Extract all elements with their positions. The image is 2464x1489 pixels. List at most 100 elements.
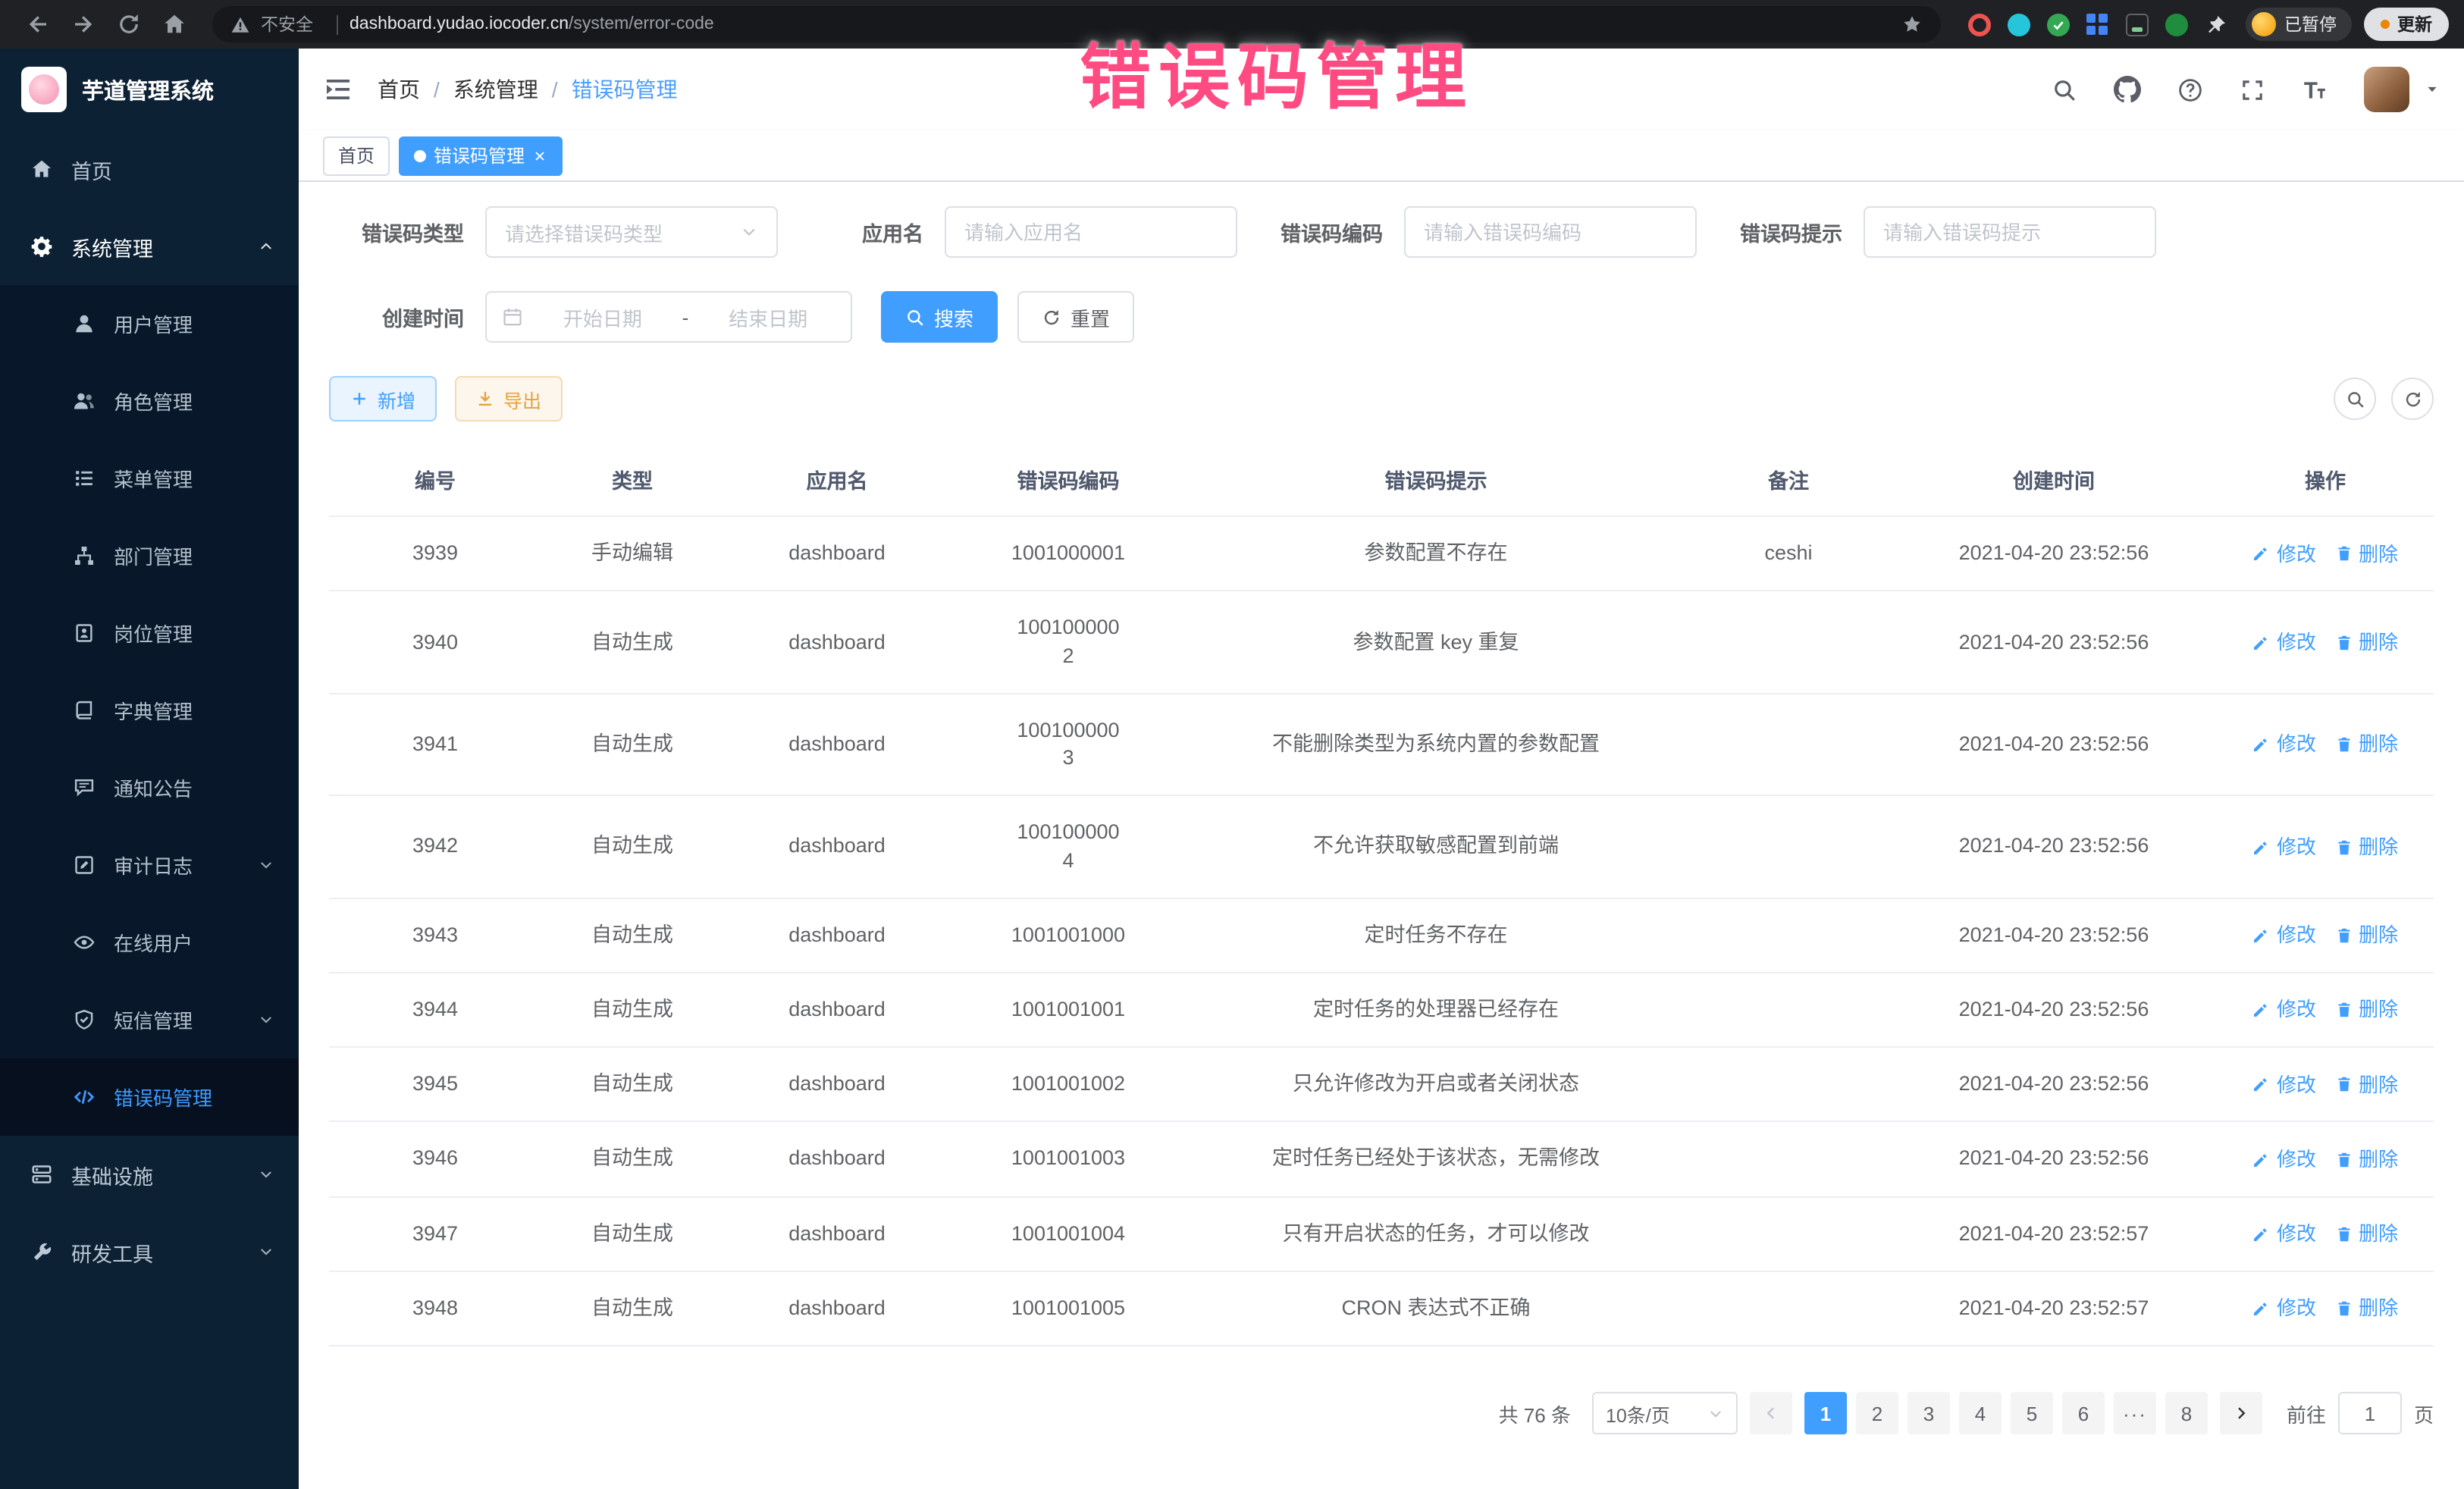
- export-button[interactable]: 导出: [455, 376, 563, 422]
- help-icon[interactable]: [2177, 77, 2203, 102]
- breadcrumb-item[interactable]: 首页: [378, 74, 420, 105]
- toggle-search-button[interactable]: [2334, 378, 2376, 420]
- bookmark-star-icon[interactable]: [1901, 14, 1922, 35]
- delete-button[interactable]: 删除: [2334, 541, 2398, 567]
- sidebar-item-home[interactable]: 首页: [0, 130, 299, 208]
- active-tab-dot-icon: [414, 149, 426, 161]
- sidebar-item-sms[interactable]: 短信管理: [0, 981, 299, 1058]
- tab-error-code-management[interactable]: 错误码管理: [399, 136, 563, 175]
- font-size-icon[interactable]: [2302, 77, 2328, 102]
- edit-button[interactable]: 修改: [2252, 922, 2316, 948]
- date-range-picker[interactable]: 开始日期 - 结束日期: [485, 291, 852, 343]
- pin-icon[interactable]: [2204, 13, 2227, 36]
- page-button[interactable]: 2: [1856, 1392, 1898, 1434]
- column-header: 错误码编码: [951, 449, 1186, 516]
- edit-button[interactable]: 修改: [2252, 997, 2316, 1023]
- delete-button[interactable]: 删除: [2334, 1146, 2398, 1172]
- delete-button[interactable]: 删除: [2334, 1071, 2398, 1098]
- home-button[interactable]: [162, 12, 187, 36]
- search-button[interactable]: 搜索: [881, 291, 998, 343]
- update-button[interactable]: 更新: [2364, 8, 2449, 41]
- refresh-table-button[interactable]: [2391, 378, 2434, 420]
- prev-page-button[interactable]: [1750, 1392, 1792, 1434]
- page-size-value: 10条/页: [1606, 1399, 1670, 1428]
- profile-paused-chip[interactable]: 已暂停: [2245, 8, 2352, 41]
- sidebar-item-online-user[interactable]: 在线用户: [0, 904, 299, 981]
- error-code-input[interactable]: [1404, 206, 1697, 258]
- sidebar-toggle-button[interactable]: [323, 74, 353, 105]
- table-row: 3944自动生成dashboard1001001001定时任务的处理器已经存在2…: [329, 973, 2434, 1048]
- sidebar-item-audit-log[interactable]: 审计日志: [0, 826, 299, 904]
- sidebar-item-error-code[interactable]: 错误码管理: [0, 1058, 299, 1136]
- sidebar-item-user[interactable]: 用户管理: [0, 285, 299, 362]
- sidebar-item-dictionary[interactable]: 字典管理: [0, 672, 299, 749]
- delete-button[interactable]: 删除: [2334, 1295, 2398, 1321]
- edit-button[interactable]: 修改: [2252, 629, 2316, 656]
- sidebar-item-id-badge[interactable]: 岗位管理: [0, 594, 299, 672]
- edit-button[interactable]: 修改: [2252, 1146, 2316, 1172]
- cell-app: dashboard: [723, 1197, 951, 1270]
- next-page-button[interactable]: [2220, 1392, 2262, 1434]
- forward-button[interactable]: [71, 12, 96, 36]
- breadcrumb-item[interactable]: 系统管理: [453, 74, 538, 105]
- delete-button[interactable]: 删除: [2334, 834, 2398, 860]
- edit-button[interactable]: 修改: [2252, 732, 2316, 758]
- user-avatar[interactable]: [2364, 67, 2409, 112]
- sidebar-item-users[interactable]: 角色管理: [0, 362, 299, 440]
- delete-button[interactable]: 删除: [2334, 997, 2398, 1023]
- edit-button[interactable]: 修改: [2252, 834, 2316, 860]
- delete-button[interactable]: 删除: [2334, 922, 2398, 948]
- goto-page-input[interactable]: [2338, 1392, 2402, 1434]
- sidebar-item-announcement[interactable]: 通知公告: [0, 749, 299, 826]
- page-button[interactable]: 8: [2165, 1392, 2208, 1434]
- page-button[interactable]: 4: [1959, 1392, 2002, 1434]
- cell-time: 2021-04-20 23:52:56: [1891, 1123, 2217, 1196]
- pencil-icon: [2252, 926, 2271, 945]
- more-pages-button[interactable]: ···: [2114, 1392, 2156, 1434]
- power-badge-icon[interactable]: [2125, 13, 2148, 36]
- sidebar-item-label: 在线用户: [114, 928, 193, 957]
- close-tab-icon[interactable]: [532, 148, 547, 163]
- tab-home[interactable]: 首页: [323, 136, 390, 175]
- sidebar-item-menu-list[interactable]: 菜单管理: [0, 440, 299, 517]
- sidebar-item-infrastructure[interactable]: 基础设施: [0, 1136, 299, 1213]
- page-button[interactable]: 6: [2062, 1392, 2105, 1434]
- grid-icon[interactable]: [2086, 13, 2108, 36]
- reload-button[interactable]: [117, 12, 141, 36]
- record-icon[interactable]: [1967, 13, 1990, 36]
- edit-button[interactable]: 修改: [2252, 541, 2316, 567]
- page-button[interactable]: 1: [1804, 1392, 1847, 1434]
- github-icon[interactable]: [2114, 76, 2141, 103]
- start-date-placeholder[interactable]: 开始日期: [535, 303, 670, 331]
- dropper-icon[interactable]: [2007, 13, 2030, 36]
- page-button[interactable]: 3: [1908, 1392, 1950, 1434]
- sidebar-item-gear[interactable]: 系统管理: [0, 208, 299, 285]
- fullscreen-icon[interactable]: [2240, 77, 2265, 102]
- org-tree-icon: [73, 544, 96, 567]
- page-size-select[interactable]: 10条/页: [1592, 1392, 1738, 1434]
- avatar-caret-icon[interactable]: [2425, 82, 2440, 97]
- delete-button[interactable]: 删除: [2334, 1221, 2398, 1247]
- address-bar[interactable]: 不安全 dashboard.yudao.iocoder.cn/system/er…: [212, 6, 1940, 42]
- edit-button[interactable]: 修改: [2252, 1295, 2316, 1321]
- delete-button[interactable]: 删除: [2334, 629, 2398, 656]
- leaf-icon[interactable]: [2165, 13, 2187, 36]
- end-date-placeholder[interactable]: 结束日期: [701, 303, 835, 331]
- edit-button[interactable]: 修改: [2252, 1221, 2316, 1247]
- sidebar-item-dev-tools[interactable]: 研发工具: [0, 1213, 299, 1290]
- reset-button[interactable]: 重置: [1017, 291, 1134, 343]
- error-type-select[interactable]: 请选择错误码类型: [485, 206, 778, 258]
- error-hint-input[interactable]: [1864, 206, 2156, 258]
- not-secure-label[interactable]: 不安全: [261, 12, 313, 36]
- page-button[interactable]: 5: [2011, 1392, 2053, 1434]
- sidebar-item-org-tree[interactable]: 部门管理: [0, 517, 299, 594]
- app-name-input[interactable]: [945, 206, 1237, 258]
- delete-button[interactable]: 删除: [2334, 732, 2398, 758]
- check-icon[interactable]: [2046, 13, 2069, 36]
- url-text[interactable]: dashboard.yudao.iocoder.cn/system/error-…: [350, 15, 714, 33]
- edit-button[interactable]: 修改: [2252, 1071, 2316, 1098]
- app-logo-row[interactable]: 芋道管理系统: [0, 49, 299, 130]
- add-button[interactable]: 新增: [329, 376, 437, 422]
- header-search-icon[interactable]: [2052, 77, 2077, 102]
- back-button[interactable]: [26, 12, 50, 36]
